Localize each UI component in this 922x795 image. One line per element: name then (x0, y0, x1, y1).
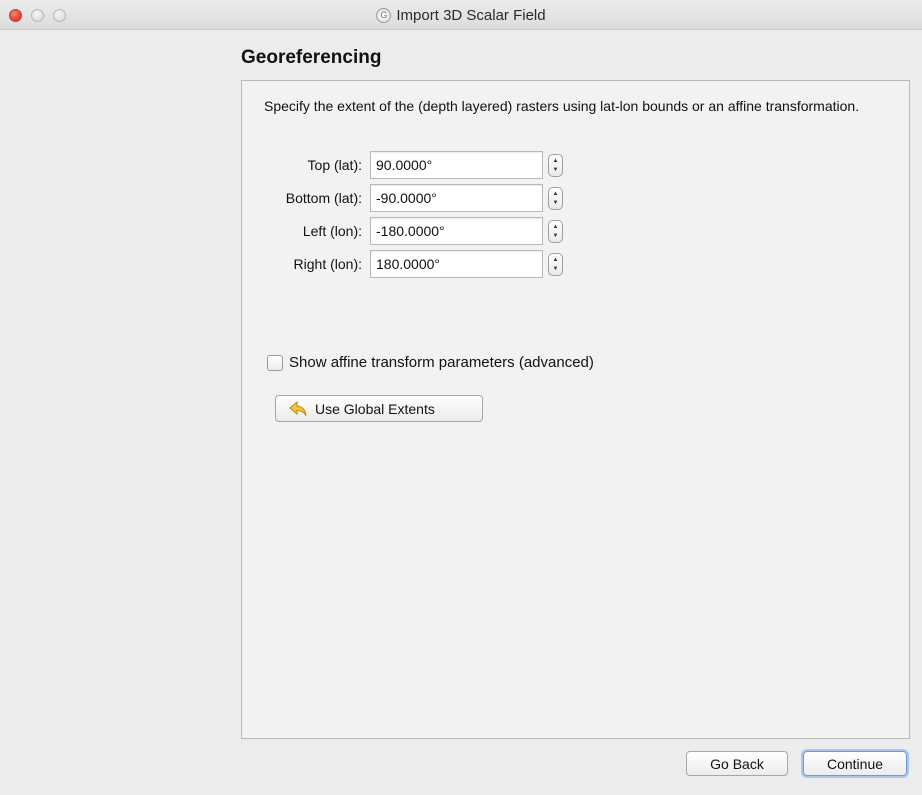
left-lon-label: Left (lon): (302, 223, 362, 239)
page-title: Georeferencing (241, 47, 382, 68)
top-lat-label: Top (lat): (307, 157, 362, 173)
right-lon-stepper[interactable]: ▲ ▼ (548, 253, 563, 276)
left-lon-stepper[interactable]: ▲ ▼ (548, 220, 563, 243)
title-bar[interactable]: G Import 3D Scalar Field (0, 0, 922, 30)
bottom-lat-stepper[interactable]: ▲ ▼ (548, 187, 563, 210)
right-lon-input[interactable] (370, 250, 543, 278)
affine-checkbox-label[interactable]: Show affine transform parameters (advanc… (289, 354, 594, 371)
go-back-button[interactable]: Go Back (686, 751, 788, 776)
georeferencing-panel: Specify the extent of the (depth layered… (241, 80, 910, 739)
wizard-sidebar (8, 30, 233, 785)
use-global-extents-button[interactable]: Use Global Extents (275, 395, 483, 422)
stepper-up-icon[interactable]: ▲ (553, 190, 559, 198)
stepper-down-icon[interactable]: ▼ (553, 166, 559, 174)
continue-button[interactable]: Continue (803, 751, 907, 776)
field-row-right: Right (lon): ▲ ▼ (242, 250, 582, 278)
affine-option[interactable]: Show affine transform parameters (advanc… (267, 354, 594, 371)
left-lon-input[interactable] (370, 217, 543, 245)
stepper-up-icon[interactable]: ▲ (553, 157, 559, 165)
top-lat-stepper[interactable]: ▲ ▼ (548, 154, 563, 177)
window-title-group: G Import 3D Scalar Field (0, 0, 922, 30)
stepper-up-icon[interactable]: ▲ (553, 223, 559, 231)
top-lat-input[interactable] (370, 151, 543, 179)
bottom-lat-label: Bottom (lat): (285, 190, 362, 206)
continue-label: Continue (826, 755, 884, 772)
import-wizard-window: G Import 3D Scalar Field Georeferencing … (0, 0, 922, 795)
stepper-down-icon[interactable]: ▼ (553, 265, 559, 273)
field-row-left: Left (lon): ▲ ▼ (242, 217, 582, 245)
app-icon: G (376, 7, 392, 23)
window-title: Import 3D Scalar Field (396, 6, 546, 24)
stepper-down-icon[interactable]: ▼ (553, 232, 559, 240)
right-lon-label: Right (lon): (293, 256, 362, 272)
undo-arrow-icon (289, 400, 307, 416)
bottom-lat-input[interactable] (370, 184, 543, 212)
stepper-down-icon[interactable]: ▼ (553, 199, 559, 207)
field-row-top: Top (lat): ▲ ▼ (242, 151, 582, 179)
field-row-bottom: Bottom (lat): ▲ ▼ (242, 184, 582, 212)
stepper-up-icon[interactable]: ▲ (553, 256, 559, 264)
affine-checkbox[interactable] (267, 354, 283, 371)
instructions-text: Specify the extent of the (depth layered… (264, 98, 860, 114)
use-global-extents-label: Use Global Extents (315, 400, 435, 417)
go-back-label: Go Back (710, 755, 764, 772)
